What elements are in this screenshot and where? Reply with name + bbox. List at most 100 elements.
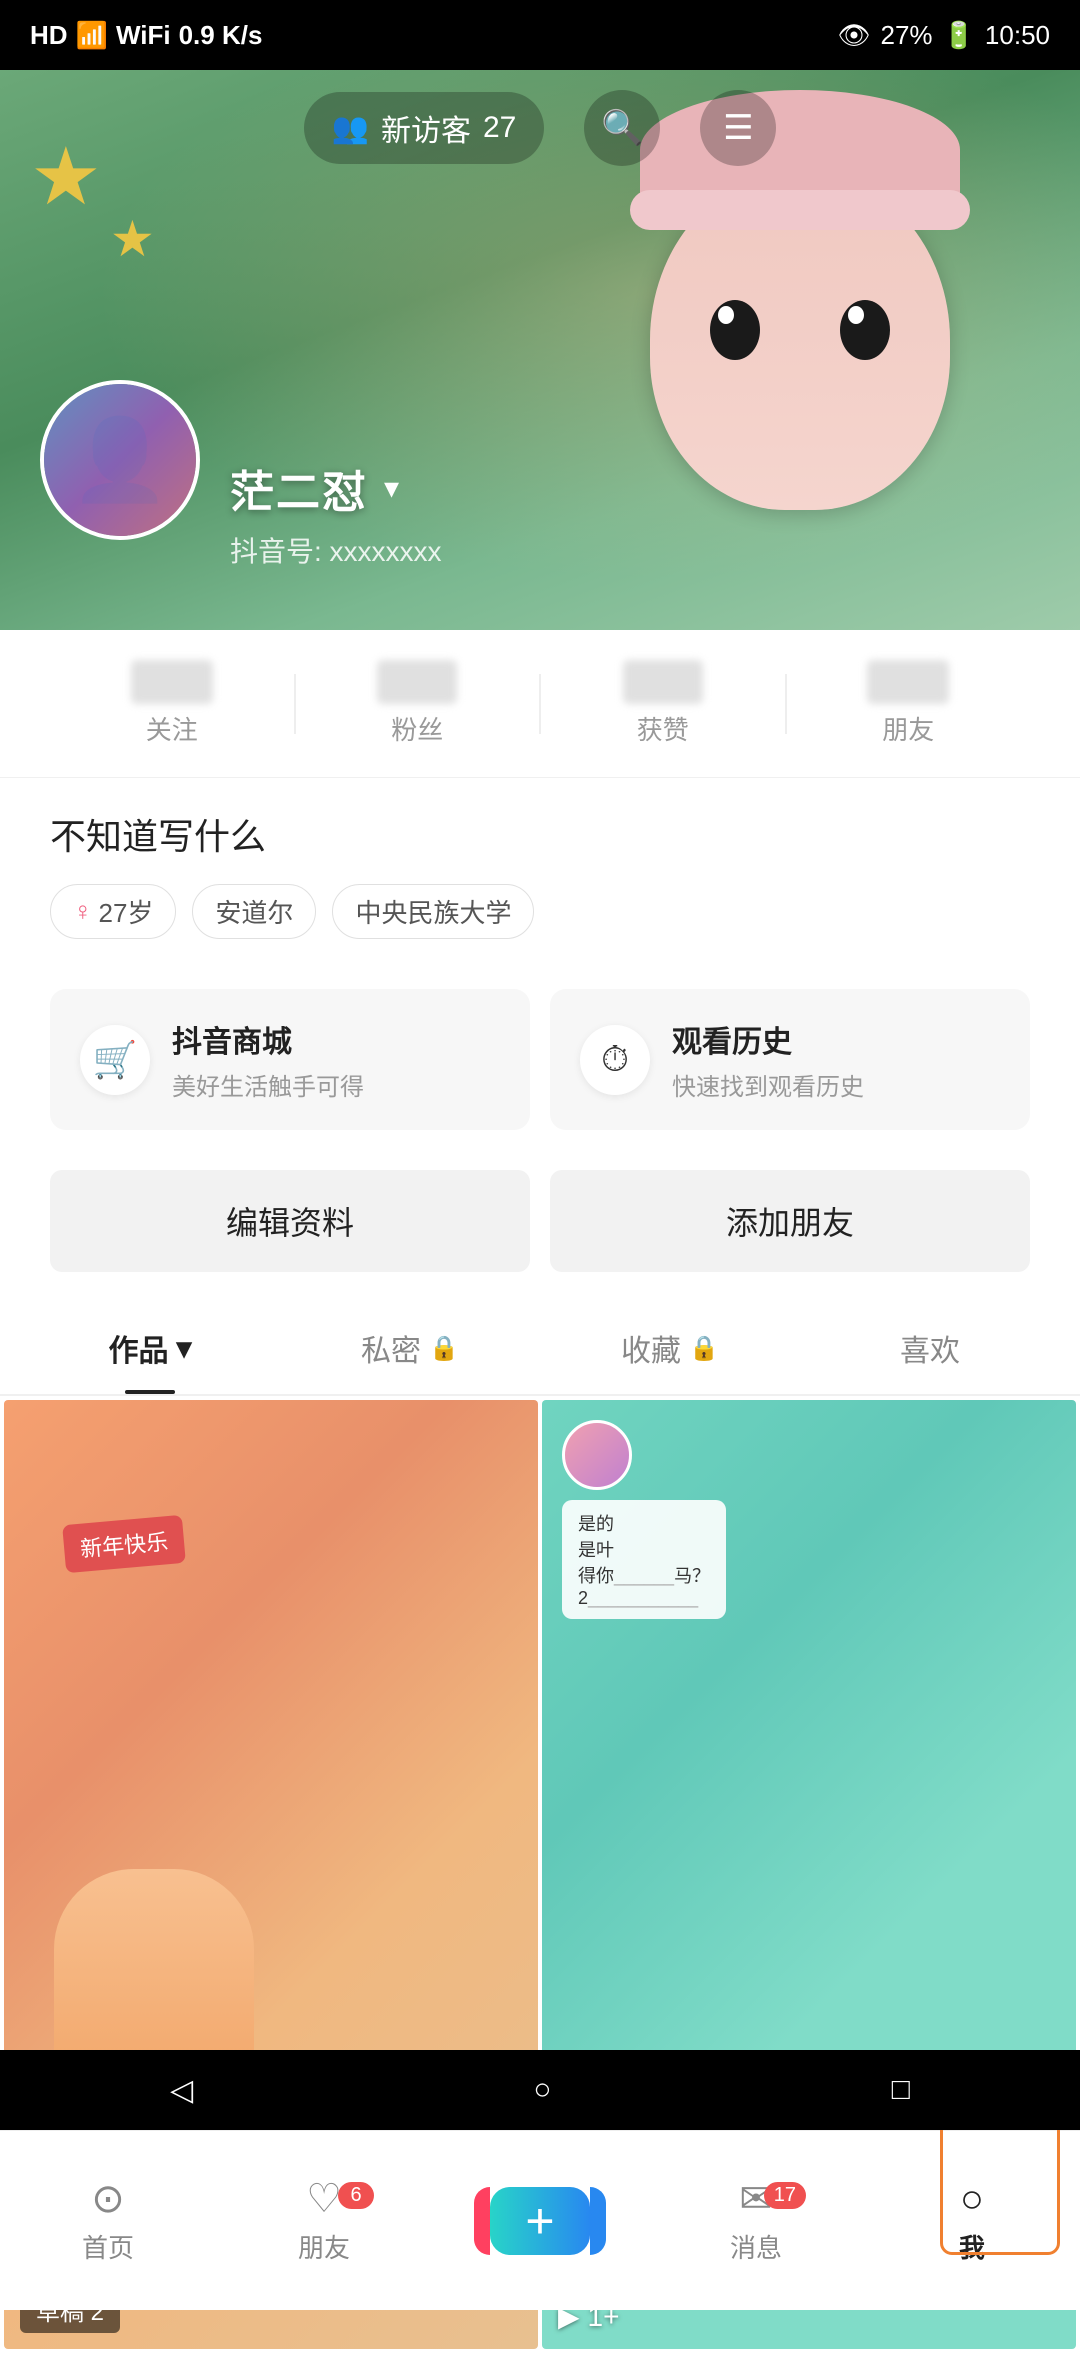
cartoon-head [650, 170, 950, 510]
tag-school[interactable]: 中央民族大学 [332, 884, 534, 939]
menu-button[interactable]: ☰ [700, 90, 776, 166]
tab-likes-label: 喜欢 [900, 1326, 960, 1370]
status-right: 👁 27% 🔋 10:50 [837, 20, 1050, 51]
edit-profile-button[interactable]: 编辑资料 [50, 1170, 530, 1272]
shop-icon: 🛒 [80, 1025, 150, 1095]
stat-following[interactable]: 0关注 关注 [50, 660, 294, 747]
time-display: 10:50 [985, 20, 1050, 51]
shop-title: 抖音商城 [172, 1017, 364, 1061]
action-cards: 🛒 抖音商城 美好生活触手可得 ⏱ 观看历史 快速找到观看历史 [0, 959, 1080, 1160]
buttons-row: 编辑资料 添加朋友 [0, 1160, 1080, 1302]
plus-icon: + [525, 2192, 554, 2250]
tab-private[interactable]: 私密 🔒 [280, 1302, 540, 1394]
friends-icon: ♡ [306, 2176, 342, 2222]
tab-works[interactable]: 作品 ▾ [20, 1302, 280, 1394]
bio-text: 不知道写什么 [50, 808, 1030, 860]
shop-texts: 抖音商城 美好生活触手可得 [172, 1017, 364, 1102]
friends-label: 朋友 [298, 2228, 350, 2265]
stat-following-value: 0关注 [131, 660, 213, 704]
username-row: 茫二怼 ▾ [230, 456, 399, 520]
header-bar: 👥 新访客 27 🔍 ☰ [0, 90, 1080, 166]
home-icon: ⊙ [91, 2176, 125, 2222]
back-button[interactable]: ◁ [170, 2073, 193, 2108]
me-label: 我 [959, 2228, 985, 2265]
cartoon-eye-left [710, 300, 760, 360]
stat-fans-label: 粉丝 [296, 710, 540, 747]
stat-likes[interactable]: 一计 获赞 [541, 660, 785, 747]
add-button[interactable]: + [490, 2187, 590, 2255]
tags-row: ♀ 27岁 安道尔 中央民族大学 [50, 884, 1030, 939]
tab-private-label: 私密 [361, 1326, 421, 1370]
nav-me[interactable]: ○ 我 [864, 2177, 1080, 2265]
tab-favorites-label: 收藏 [621, 1326, 681, 1370]
age-label: 27岁 [99, 893, 154, 930]
battery-icon: 🔋 [943, 20, 975, 51]
menu-icon: ☰ [723, 108, 753, 148]
avatar-image: 👤 [44, 384, 196, 536]
location-label: 安道尔 [215, 893, 293, 930]
school-label: 中央民族大学 [355, 893, 511, 930]
search-icon: 🔍 [601, 108, 643, 148]
visitors-button[interactable]: 👥 新访客 27 [304, 92, 545, 164]
search-button[interactable]: 🔍 [584, 90, 660, 166]
tab-likes[interactable]: 喜欢 [800, 1302, 1060, 1394]
hero-section: ★ ★ 👥 新访客 27 🔍 ☰ 👤 茫二怼 ▾ [0, 70, 1080, 630]
home-button[interactable]: ○ [533, 2073, 551, 2107]
cartoon-eye-right [840, 300, 890, 360]
history-title: 观看历史 [672, 1017, 864, 1061]
tab-favorites[interactable]: 收藏 🔒 [540, 1302, 800, 1394]
history-subtitle: 快速找到观看历史 [672, 1067, 864, 1102]
nav-add[interactable]: + [432, 2187, 648, 2255]
home-label: 首页 [82, 2228, 134, 2265]
friends-badge: 6 [338, 2182, 374, 2209]
tab-private-lock-icon: 🔒 [429, 1334, 459, 1363]
stats-row: 0关注 关注 1.4万 粉丝 一计 获赞 3必名 朋友 [0, 630, 1080, 778]
messages-label: 消息 [730, 2228, 782, 2265]
tag-age[interactable]: ♀ 27岁 [50, 884, 176, 939]
wifi-icon: WiFi [116, 20, 171, 51]
stat-fans-value: 1.4万 [377, 660, 457, 704]
nav-messages[interactable]: 17 ✉ 消息 [648, 2176, 864, 2265]
stat-following-label: 关注 [50, 710, 294, 747]
bottom-nav: ⊙ 首页 6 ♡ 朋友 + 17 ✉ 消息 ○ 我 [0, 2130, 1080, 2310]
system-nav-bar: ◁ ○ □ [0, 2050, 1080, 2130]
history-texts: 观看历史 快速找到观看历史 [672, 1017, 864, 1102]
add-friend-button[interactable]: 添加朋友 [550, 1170, 1030, 1272]
username: 茫二怼 [230, 456, 368, 520]
shop-subtitle: 美好生活触手可得 [172, 1067, 364, 1102]
visitors-count: 27 [483, 111, 516, 145]
history-icon: ⏱ [580, 1025, 650, 1095]
stat-likes-value: 一计 [623, 660, 703, 704]
shop-card[interactable]: 🛒 抖音商城 美好生活触手可得 [50, 989, 530, 1130]
username-dropdown-icon[interactable]: ▾ [384, 471, 399, 506]
nav-friends[interactable]: 6 ♡ 朋友 [216, 2176, 432, 2265]
tabs-row: 作品 ▾ 私密 🔒 收藏 🔒 喜欢 [0, 1302, 1080, 1396]
user-id: 抖音号: xxxxxxxx [230, 530, 442, 570]
signal-icon: 📶 [76, 20, 108, 51]
battery-text: 27% [881, 20, 933, 51]
stat-fans[interactable]: 1.4万 粉丝 [296, 660, 540, 747]
tab-favorites-lock-icon: 🔒 [689, 1334, 719, 1363]
chat-bubble: 是的 是叶 得你______马？ 2___________ [562, 1500, 726, 1619]
nav-home[interactable]: ⊙ 首页 [0, 2176, 216, 2265]
tab-works-dropdown: ▾ [176, 1331, 191, 1366]
status-left: HD 📶 WiFi 0.9 K/s [30, 20, 262, 51]
star-decoration-2: ★ [110, 210, 155, 268]
avatar[interactable]: 👤 [40, 380, 200, 540]
stat-friends-label: 朋友 [787, 710, 1031, 747]
bio-section: 不知道写什么 ♀ 27岁 安道尔 中央民族大学 [0, 778, 1080, 959]
new-year-tag: 新年快乐 [62, 1515, 186, 1573]
avatar-section: 👤 [40, 380, 200, 540]
stat-friends[interactable]: 3必名 朋友 [787, 660, 1031, 747]
history-card[interactable]: ⏱ 观看历史 快速找到观看历史 [550, 989, 1030, 1130]
messages-badge: 17 [764, 2182, 806, 2209]
tag-location[interactable]: 安道尔 [192, 884, 316, 939]
me-icon: ○ [960, 2177, 984, 2222]
gender-icon: ♀ [73, 896, 93, 927]
visitors-label: 新访客 [381, 106, 471, 150]
speed-indicator: 0.9 K/s [179, 20, 263, 51]
visitors-icon: 👥 [332, 111, 369, 146]
recent-button[interactable]: □ [892, 2073, 910, 2107]
mini-avatar [562, 1420, 632, 1490]
stat-likes-label: 获赞 [541, 710, 785, 747]
